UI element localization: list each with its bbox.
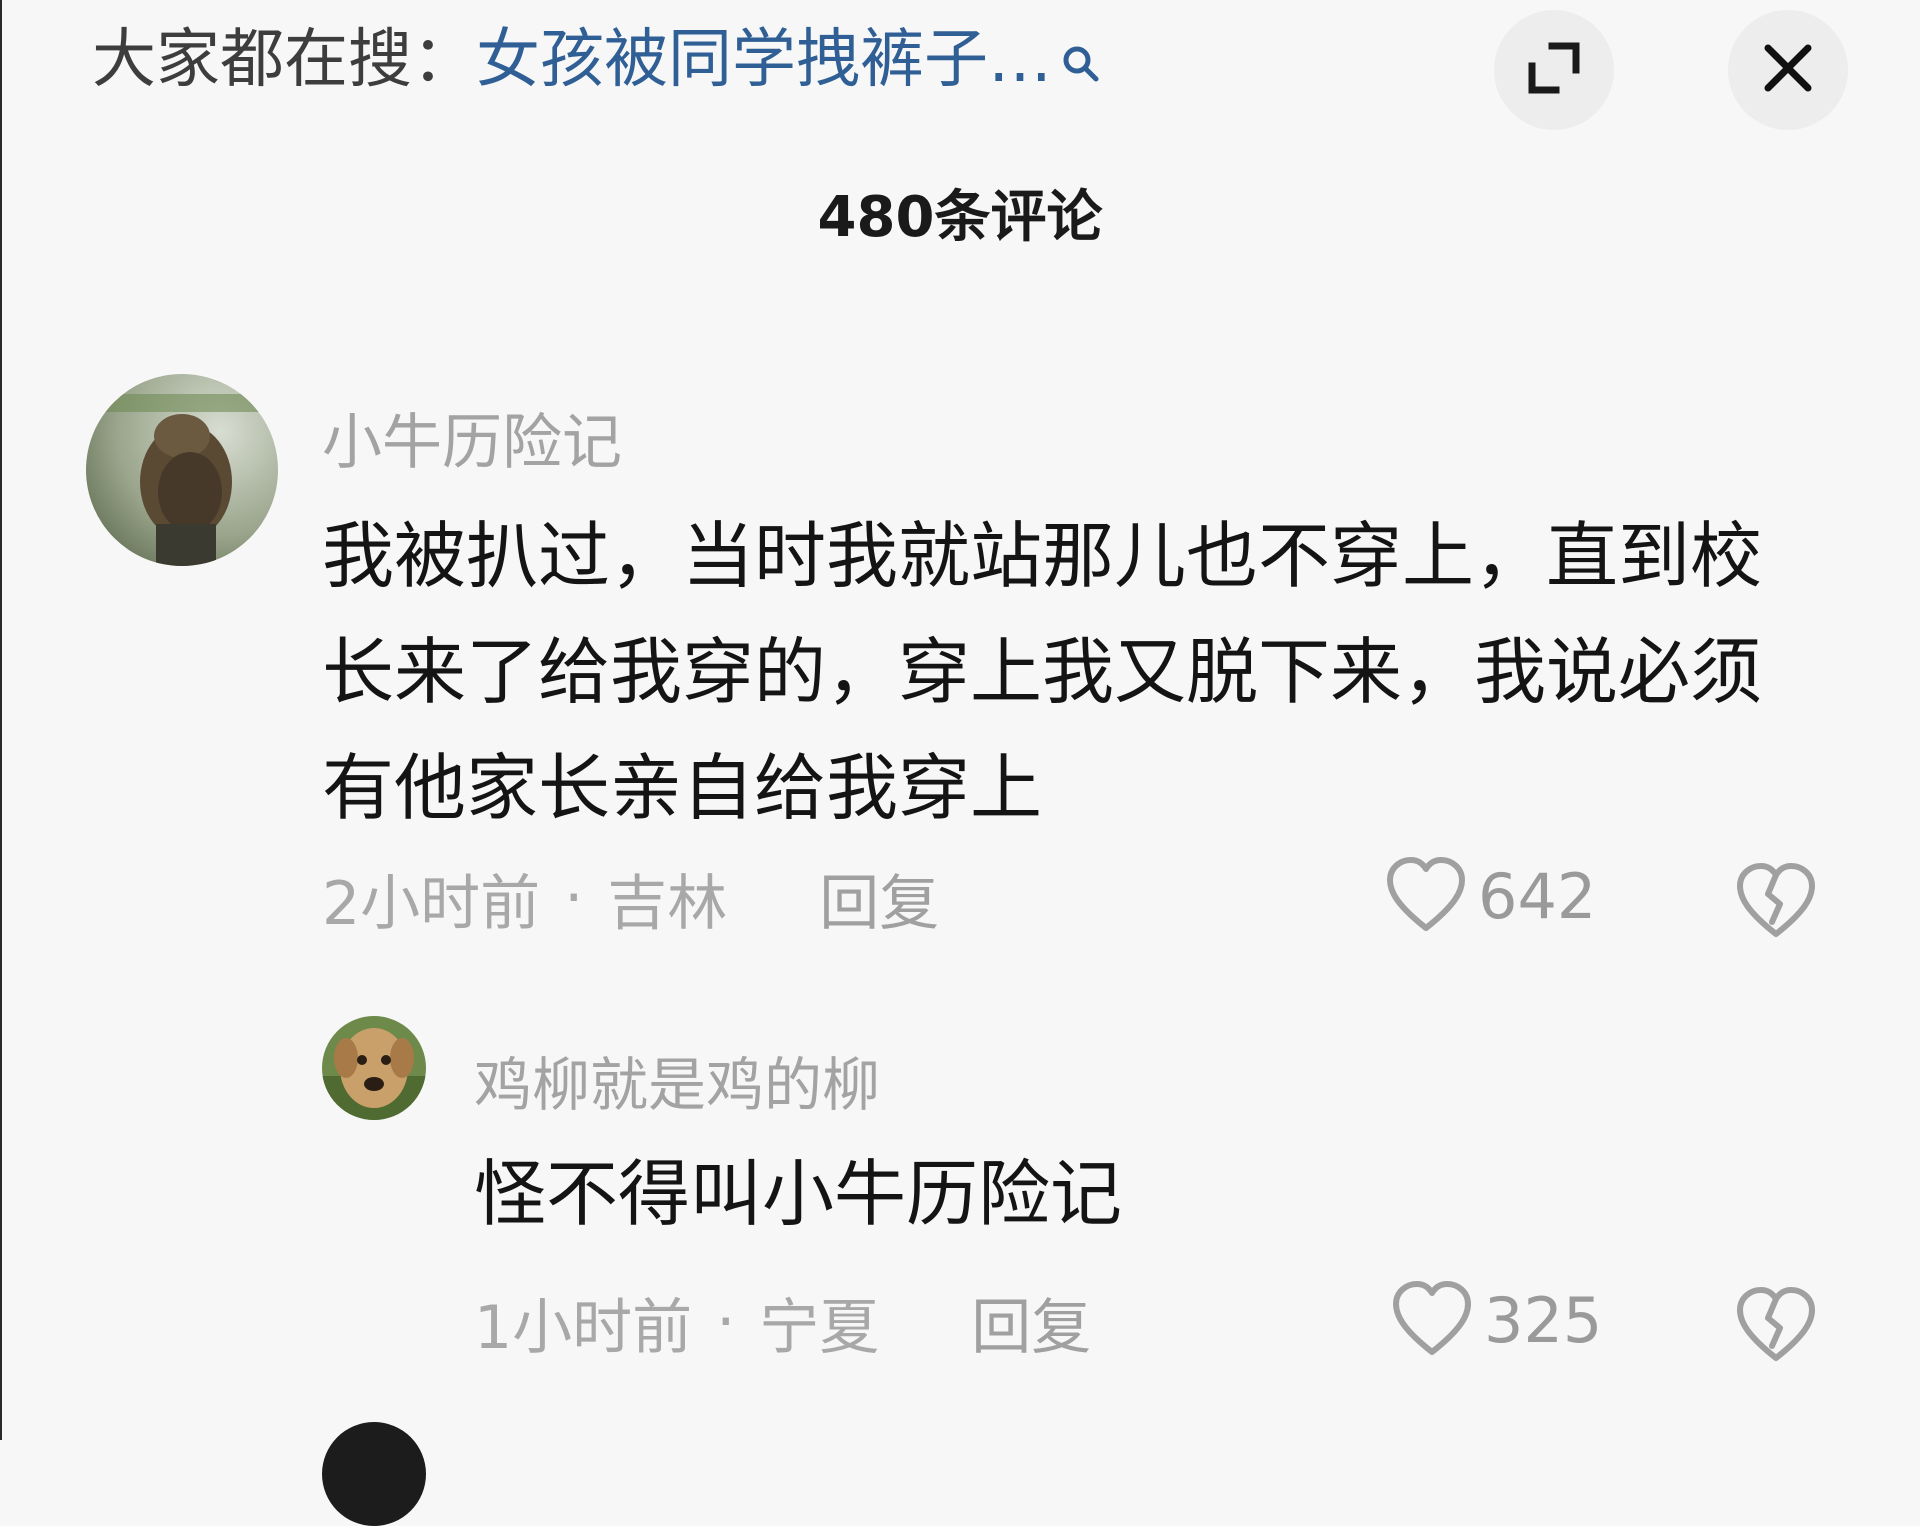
like-button[interactable]: 325 — [1390, 1278, 1602, 1362]
top-bar: 大家都在搜： 女孩被同学拽裤子… — [0, 0, 1920, 130]
like-count: 325 — [1484, 1283, 1603, 1357]
reply-location: 宁夏 — [759, 1292, 880, 1363]
reply-time: 1小时前 — [474, 1292, 693, 1363]
dislike-button[interactable] — [1734, 1284, 1818, 1372]
expand-icon — [1522, 36, 1586, 104]
meta-separator: · — [716, 1287, 736, 1357]
like-button[interactable]: 642 — [1384, 854, 1596, 938]
meta-separator: · — [564, 863, 584, 933]
heart-icon — [1390, 1278, 1474, 1362]
trending-search-hint[interactable]: 大家都在搜： 女孩被同学拽裤子… — [92, 22, 1102, 98]
close-icon — [1760, 40, 1816, 100]
heart-icon — [1384, 854, 1468, 938]
comment-text: 我被扒过，当时我就站那儿也不穿上，直到校长来了给我穿的，穿上我又脱下来，我说必须… — [322, 514, 1763, 830]
avatar[interactable] — [322, 1016, 426, 1120]
expand-button[interactable] — [1494, 10, 1614, 130]
search-icon[interactable] — [1060, 26, 1102, 82]
avatar[interactable] — [86, 374, 278, 566]
comment-time: 2小时前 — [322, 868, 541, 939]
reply-text: 怪不得叫小牛历险记 — [474, 1152, 1123, 1236]
reply-meta: 1小时前 · 宁夏 回复 — [474, 1282, 1091, 1363]
trending-search-query[interactable]: 女孩被同学拽裤子… — [476, 22, 1052, 98]
like-count: 642 — [1478, 859, 1597, 933]
trending-search-prefix: 大家都在搜： — [92, 23, 476, 97]
reply-button[interactable]: 回复 — [819, 855, 939, 942]
reply-item: 鸡柳就是鸡的柳 怪不得叫小牛历险记 1小时前 · 宁夏 回复 325 — [0, 1012, 1920, 1412]
close-button[interactable] — [1728, 10, 1848, 130]
comment-meta: 2小时前 · 吉林 回复 — [322, 858, 939, 939]
comment-username[interactable]: 小牛历险记 — [322, 394, 622, 481]
broken-heart-icon — [1734, 863, 1818, 948]
next-comment-avatar[interactable] — [322, 1422, 426, 1526]
comment-location: 吉林 — [607, 868, 728, 939]
comment-count: 480条评论 — [817, 185, 1103, 250]
broken-heart-icon — [1734, 1287, 1818, 1372]
comment-item: 小牛历险记 我被扒过，当时我就站那儿也不穿上，直到校长来了给我穿的，穿上我又脱下… — [0, 370, 1920, 970]
dislike-button[interactable] — [1734, 860, 1818, 948]
reply-username[interactable]: 鸡柳就是鸡的柳 — [474, 1038, 880, 1122]
reply-button[interactable]: 回复 — [971, 1279, 1091, 1366]
